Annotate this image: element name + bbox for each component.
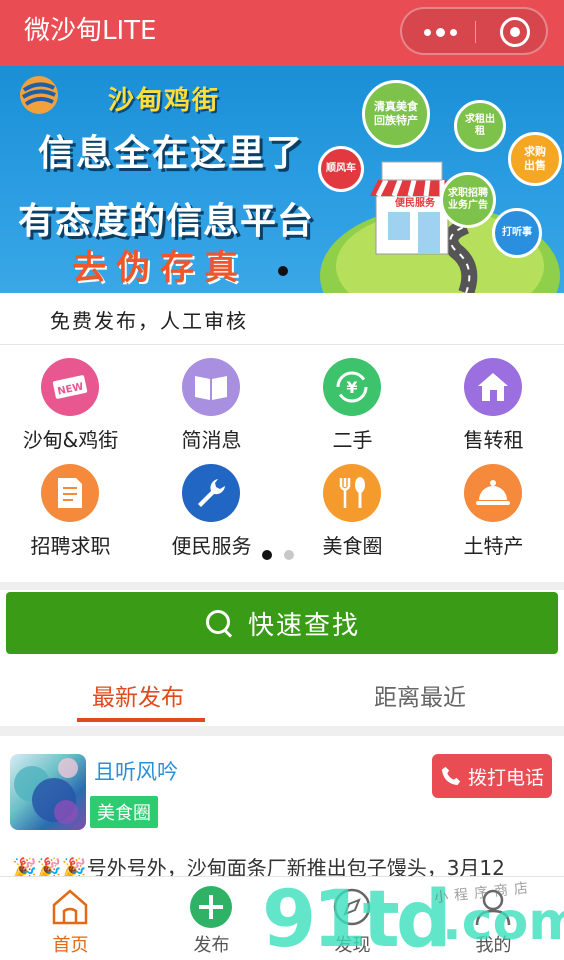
house-icon	[464, 358, 522, 416]
document-icon	[41, 464, 99, 522]
tab-label: 发现	[334, 935, 371, 956]
category-item[interactable]: NEW 沙甸&鸡街	[0, 346, 141, 452]
grid-pager	[262, 550, 294, 560]
category-item[interactable]: 售转租	[423, 346, 564, 452]
tab-label: 首页	[52, 935, 89, 956]
tab-home[interactable]: 首页	[0, 877, 141, 960]
call-button-label: 拨打电话	[467, 766, 544, 789]
category-grid: NEW 沙甸&鸡街 简消息 ¥ 二手 售转租 招聘求职 便民服务 美食圈 土特产	[0, 346, 564, 582]
title-bar: 微沙甸LITE	[0, 0, 564, 66]
category-label: 招聘求职	[30, 534, 111, 558]
category-label: 沙甸&鸡街	[22, 428, 119, 452]
brand-logo-icon	[20, 76, 58, 114]
category-item[interactable]: 便民服务	[141, 452, 282, 558]
mini-program-capsule	[400, 7, 548, 55]
section-divider	[0, 582, 564, 590]
banner-brand: 沙甸鸡街	[108, 86, 221, 116]
yuan-exchange-icon: ¥	[323, 358, 381, 416]
notice-bar: 免费发布，人工审核	[0, 293, 564, 345]
quick-search-button[interactable]: 快速查找	[6, 592, 558, 654]
banner-bubble: 求租出租	[454, 100, 506, 152]
svg-text:¥: ¥	[346, 378, 357, 397]
wrench-icon	[182, 464, 240, 522]
tab-label: 发布	[193, 935, 230, 956]
more-icon[interactable]	[420, 21, 460, 43]
pager-dot-active[interactable]	[262, 550, 272, 560]
banner-headline: 信息全在这里了	[38, 133, 305, 174]
category-item[interactable]: 简消息	[141, 346, 282, 452]
bottom-tab-bar: 首页 发布 发现 我的	[0, 876, 564, 960]
notice-text: 免费发布，人工审核	[50, 309, 248, 333]
tab-nearest[interactable]: 距离最近	[374, 678, 466, 712]
quick-search-label: 快速查找	[247, 610, 360, 641]
category-label: 二手	[332, 428, 373, 452]
category-item[interactable]: ¥ 二手	[282, 346, 423, 452]
banner-bubble: 求职招聘业务广告	[440, 172, 496, 228]
user-icon	[475, 889, 511, 926]
post-author[interactable]: 且听风吟	[94, 756, 178, 786]
category-label: 售转租	[463, 428, 524, 452]
tab-publish[interactable]: 发布	[141, 877, 282, 960]
category-label: 简消息	[181, 428, 242, 452]
banner-indicator	[278, 266, 288, 276]
open-book-icon	[182, 358, 240, 416]
close-circle-icon[interactable]	[500, 17, 530, 47]
banner-bubble: 求购出售	[508, 132, 562, 186]
tab-latest[interactable]: 最新发布	[92, 678, 184, 712]
fork-spoon-icon	[323, 464, 381, 522]
category-label: 土特产	[463, 534, 524, 558]
avatar[interactable]	[10, 754, 86, 830]
banner-bubble: 清真美食回族特产	[362, 80, 430, 148]
shop-sign: 便民服务	[395, 198, 435, 209]
category-item[interactable]: 招聘求职	[0, 452, 141, 558]
app-title: 微沙甸LITE	[24, 16, 157, 46]
banner-slogan: 去伪存真	[72, 248, 248, 288]
category-item[interactable]: 土特产	[423, 452, 564, 558]
search-icon	[204, 608, 234, 638]
tab-label: 我的	[475, 935, 512, 956]
tab-mine[interactable]: 我的	[423, 877, 564, 960]
tab-discover[interactable]: 发现	[282, 877, 423, 960]
feed-tabs: 最新发布 距离最近	[0, 662, 564, 724]
plus-circle-icon	[190, 886, 232, 928]
list-item[interactable]: 且听风吟 美食圈 拨打电话 🎉🎉🎉号外号外，沙甸面条厂新推出包子馒头，3月12	[0, 736, 564, 880]
banner-subheadline: 有态度的信息平台	[18, 201, 315, 242]
call-button[interactable]: 拨打电话	[432, 754, 552, 798]
active-tab-indicator	[77, 718, 205, 722]
promo-banner[interactable]: 沙甸鸡街 信息全在这里了 有态度的信息平台 去伪存真 清真美食回族特产 求租出租…	[0, 66, 564, 293]
section-divider	[0, 726, 564, 736]
compass-icon	[333, 888, 371, 926]
cloche-icon	[464, 464, 522, 522]
category-label: 便民服务	[171, 534, 252, 558]
pager-dot[interactable]	[284, 550, 294, 560]
phone-icon	[441, 766, 461, 786]
capsule-divider	[475, 21, 476, 43]
category-label: 美食圈	[322, 534, 383, 558]
category-item[interactable]: 美食圈	[282, 452, 423, 558]
app-screen: 微沙甸LITE 沙甸鸡街 信息全在这里了 有态度的信息平台 去伪存真 清真美食回…	[0, 0, 564, 960]
category-tag[interactable]: 美食圈	[90, 796, 158, 828]
banner-bubble: 打听事	[492, 208, 542, 258]
banner-illustration: 清真美食回族特产 求租出租 顺风车 求购出售 求职招聘业务广告 打听事 便民服务	[316, 76, 564, 293]
banner-bubble: 顺风车	[318, 146, 364, 192]
home-icon	[52, 889, 88, 925]
new-badge-icon: NEW	[41, 358, 99, 416]
